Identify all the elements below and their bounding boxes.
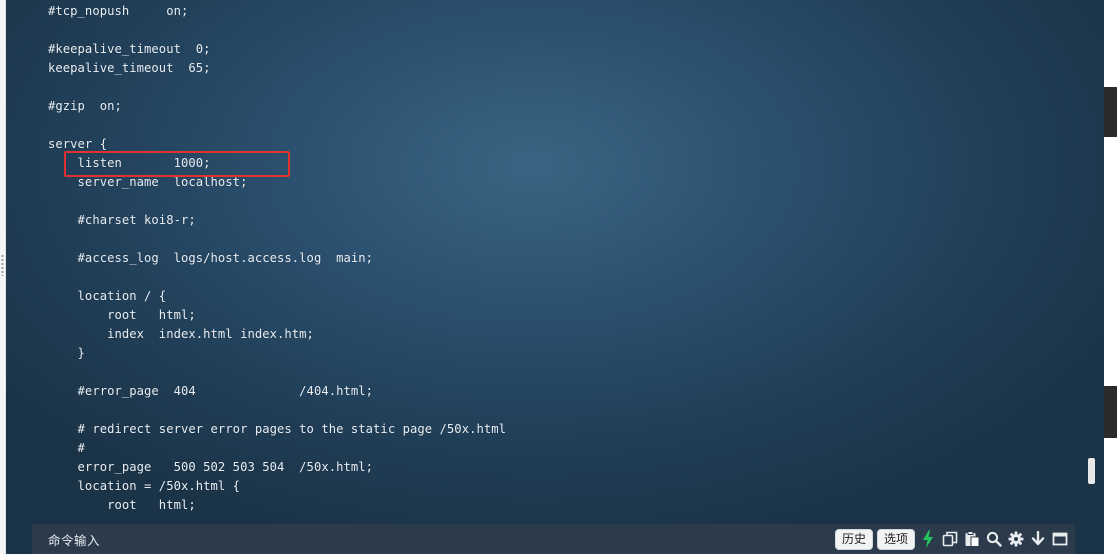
code-line: server_name localhost; (48, 175, 248, 189)
code-line: # (48, 441, 85, 455)
paste-icon[interactable] (963, 529, 981, 549)
code-line: #charset koi8-r; (48, 213, 196, 227)
code-line: #access_log logs/host.access.log main; (48, 251, 374, 265)
command-actions: 历史 选项 (834, 528, 1069, 550)
options-button[interactable]: 选项 (876, 528, 915, 550)
code-line: #gzip on; (48, 99, 122, 113)
history-button[interactable]: 历史 (834, 528, 873, 550)
code-line: #tcp_nopush on; (48, 4, 189, 18)
code-line: #keepalive_timeout 0; (48, 42, 211, 56)
code-line: root html; (48, 498, 196, 512)
gear-icon[interactable] (1007, 529, 1025, 549)
window-icon[interactable] (1051, 529, 1069, 549)
resize-handle[interactable] (1, 254, 4, 276)
side-tab[interactable] (1104, 87, 1117, 137)
command-input-label: 命令输入 (48, 532, 101, 548)
code-line: location = /50x.html { (48, 479, 241, 493)
code-line: index index.html index.htm; (48, 327, 314, 341)
code-line: error_page 500 502 503 504 /50x.html; (48, 460, 374, 474)
scrollbar-thumb[interactable] (1088, 458, 1095, 484)
command-input[interactable] (108, 528, 827, 550)
code-line: } (48, 346, 85, 360)
code-line: #error_page 404 /404.html; (48, 384, 374, 398)
copy-icon[interactable] (941, 529, 959, 549)
code-line: root html; (48, 308, 196, 322)
side-tab[interactable] (1104, 386, 1117, 438)
code-line: keepalive_timeout 65; (48, 61, 211, 75)
code-line: # redirect server error pages to the sta… (48, 422, 507, 436)
right-panel-edge (1104, 0, 1117, 554)
search-icon[interactable] (985, 529, 1003, 549)
code-line: location / { (48, 289, 167, 303)
lightning-icon[interactable] (919, 529, 937, 549)
terminal-panel[interactable]: #tcp_nopush on; #keepalive_timeout 0; ke… (6, 0, 1104, 554)
code-area[interactable]: #tcp_nopush on; #keepalive_timeout 0; ke… (48, 2, 1084, 514)
command-bar: 命令输入 历史 选项 (32, 524, 1075, 554)
code-line-listen: listen 1000; (48, 156, 211, 170)
code-line: server { (48, 137, 108, 151)
download-icon[interactable] (1029, 529, 1047, 549)
